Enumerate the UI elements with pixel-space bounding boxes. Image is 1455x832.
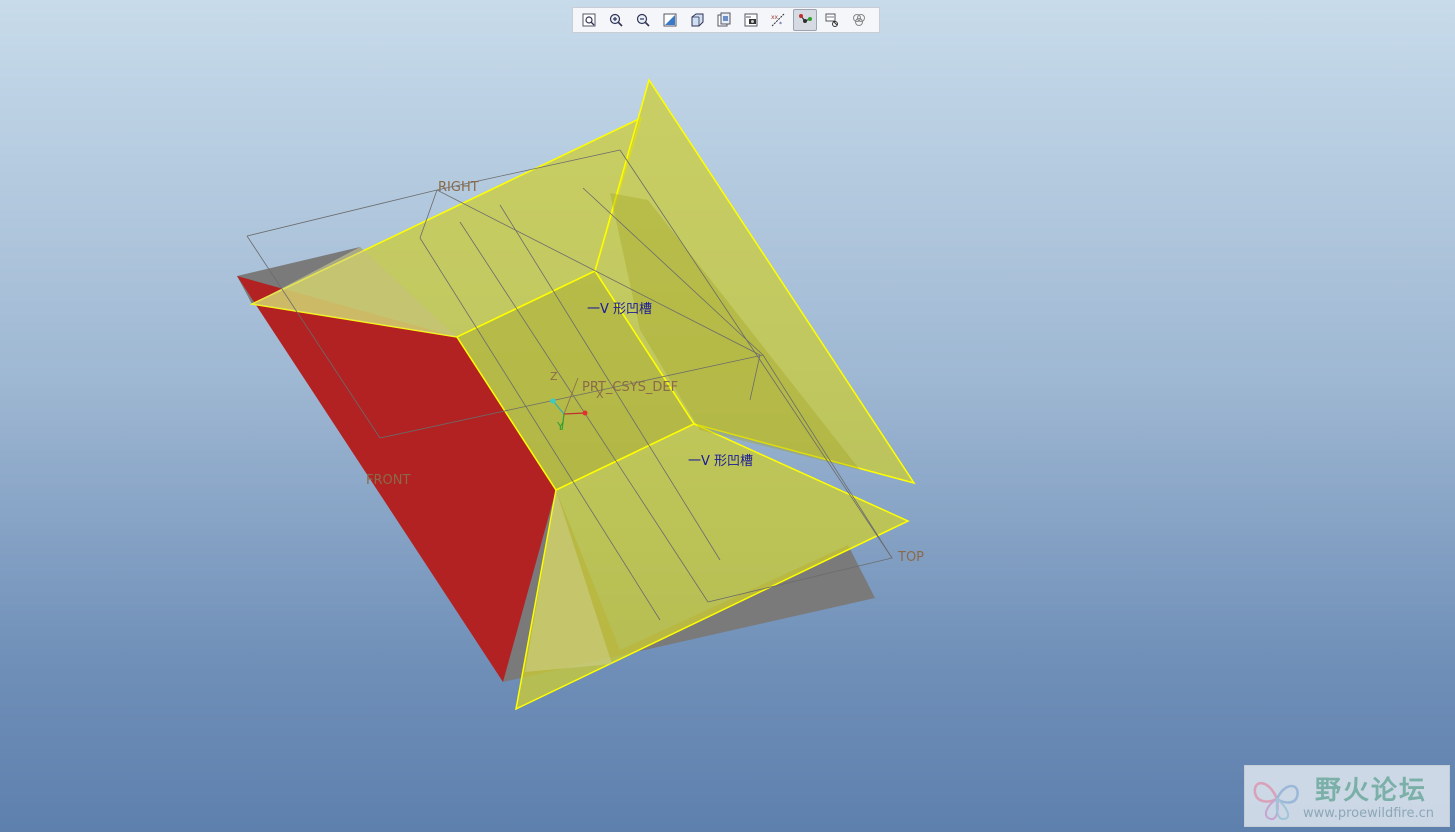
display-style-button[interactable]	[685, 9, 709, 31]
watermark: 野火论坛 www.proewildfire.cn	[1244, 765, 1450, 827]
zoom-in-icon	[609, 13, 623, 27]
axis-label-x: X	[596, 388, 604, 401]
svg-text:xx: xx	[771, 14, 779, 21]
annotation-display-button[interactable]	[820, 9, 844, 31]
zoom-in-button[interactable]	[604, 9, 628, 31]
refit-icon	[582, 13, 596, 27]
zoom-out-icon	[636, 13, 650, 27]
datum-label-right[interactable]: RIGHT	[438, 180, 479, 195]
repaint-icon	[663, 13, 677, 27]
saved-views-button[interactable]	[712, 9, 736, 31]
datum-display-button[interactable]: xx *	[766, 9, 790, 31]
appearance-icon	[853, 14, 865, 26]
refit-button[interactable]	[577, 9, 601, 31]
display-style-icon	[691, 13, 704, 27]
datum-label-top[interactable]: TOP	[897, 550, 924, 565]
annotation-icon	[825, 13, 838, 27]
zoom-out-button[interactable]	[631, 9, 655, 31]
view-manager-button[interactable]	[739, 9, 763, 31]
axis-label-y: Y	[556, 420, 564, 433]
graphics-viewport[interactable]: RIGHT FRONT TOP PRT_CSYS_DEF Z X Y 一V 形凹…	[0, 0, 1455, 832]
saved-views-icon	[717, 12, 731, 27]
watermark-url: www.proewildfire.cn	[1303, 806, 1434, 821]
appearance-button[interactable]	[847, 9, 871, 31]
repaint-button[interactable]	[658, 9, 682, 31]
spin-center-button[interactable]	[793, 9, 817, 31]
butterfly-logo-icon	[1253, 782, 1299, 821]
datum-label-front[interactable]: FRONT	[366, 473, 410, 488]
svg-text:*: *	[779, 21, 782, 28]
feature-label-v-groove-1[interactable]: 一V 形凹槽	[587, 302, 652, 317]
watermark-title: 野火论坛	[1315, 776, 1428, 806]
view-manager-icon	[744, 13, 758, 27]
view-toolbar: xx *	[572, 7, 880, 33]
model-scene[interactable]: RIGHT FRONT TOP PRT_CSYS_DEF Z X Y 一V 形凹…	[0, 0, 1455, 832]
feature-label-v-groove-2[interactable]: 一V 形凹槽	[688, 454, 753, 469]
axis-label-z: Z	[550, 370, 558, 383]
datum-display-icon: xx*	[771, 13, 785, 28]
spin-center-icon	[799, 14, 812, 23]
